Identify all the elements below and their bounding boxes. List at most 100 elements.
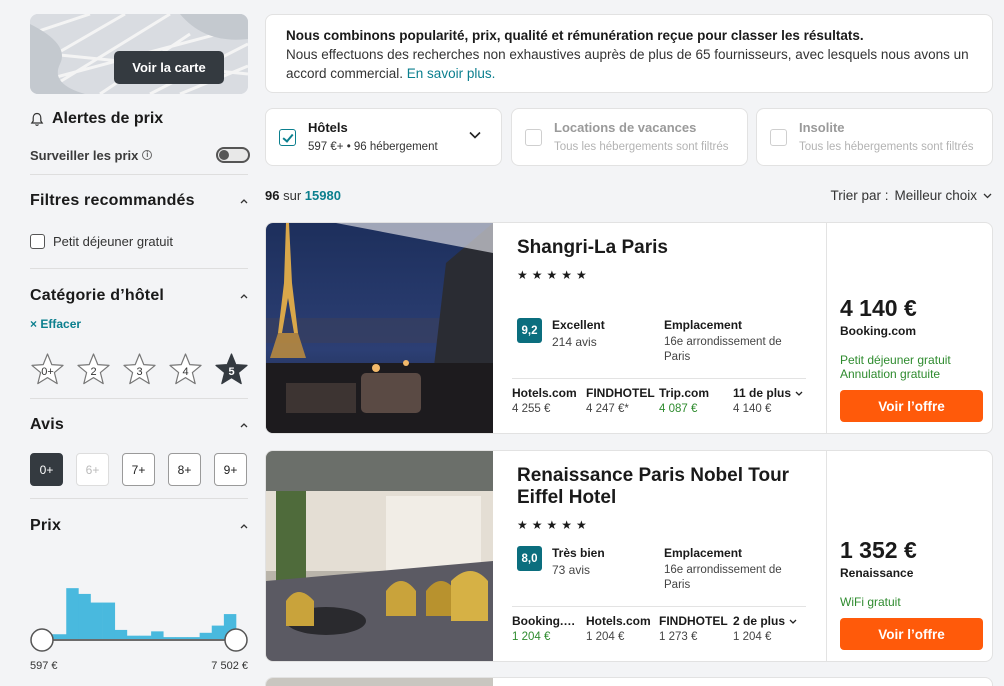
- star-filter-2[interactable]: 2: [76, 352, 111, 388]
- recommended-filters-header[interactable]: Filtres recommandés: [30, 192, 248, 210]
- more-offers-price: 1 204 €: [733, 631, 772, 643]
- hotel-photo[interactable]: [266, 451, 493, 661]
- more-offers[interactable]: 2 de plus 1 204 €: [733, 614, 813, 643]
- rating-badge: 8,0: [517, 546, 542, 571]
- reviews-header[interactable]: Avis: [30, 416, 248, 434]
- review-filter-9[interactable]: 9+: [214, 453, 247, 486]
- provider-price: 4 255 €: [512, 403, 551, 415]
- provider-offer[interactable]: Hotels.com 4 255 €: [512, 386, 582, 415]
- star-filter-5[interactable]: 5: [214, 352, 249, 388]
- star-filter-0[interactable]: 0+: [30, 352, 65, 388]
- hotel-card[interactable]: Shangri-La Paris ★★★★★ 9,2 Excellent 214…: [265, 222, 993, 434]
- view-offer-button[interactable]: Voir l’offre: [840, 618, 983, 650]
- provider-offer[interactable]: FINDHOTEL 1 273 €: [659, 614, 729, 643]
- provider-price: 4 087 €: [659, 403, 698, 415]
- type-filter-hotels[interactable]: Hôtels 597 €+ • 96 hébergement: [265, 108, 502, 166]
- price-header[interactable]: Prix: [30, 517, 248, 535]
- histogram-bar: [78, 593, 91, 640]
- chevron-down-icon[interactable]: [469, 131, 481, 139]
- sort-dropdown[interactable]: Trier par : Meilleur choix: [830, 188, 992, 203]
- free-breakfast-checkbox[interactable]: [30, 234, 45, 249]
- view-offer-button[interactable]: Voir l’offre: [840, 390, 983, 422]
- histogram-bar: [114, 629, 128, 640]
- star-filter-3[interactable]: 3: [122, 352, 157, 388]
- type-filter-vacation-rentals[interactable]: Locations de vacances Tous les hébergeme…: [511, 108, 748, 166]
- free-breakfast-label: Petit déjeuner gratuit: [53, 234, 173, 249]
- results-total[interactable]: 15980: [305, 188, 341, 203]
- hotel-photo[interactable]: [266, 223, 493, 433]
- divider: [30, 268, 248, 269]
- free-breakfast-filter[interactable]: Petit déjeuner gratuit: [30, 234, 173, 249]
- price-histogram[interactable]: [30, 558, 248, 653]
- more-offers-label: 2 de plus: [733, 614, 813, 628]
- more-offers-text: 2 de plus: [733, 614, 786, 628]
- review-filter-8[interactable]: 8+: [168, 453, 201, 486]
- sort-value: Meilleur choix: [894, 188, 977, 203]
- type-subtitle: Tous les hébergements sont filtrés: [799, 141, 974, 153]
- provider-price: 4 247 €*: [586, 403, 629, 415]
- star-filter-label: 0+: [41, 366, 54, 378]
- more-offers[interactable]: 11 de plus 4 140 €: [733, 386, 813, 415]
- star-filter-4[interactable]: 4: [168, 352, 203, 388]
- review-filter-0[interactable]: 0+: [30, 453, 63, 486]
- divider: [30, 174, 248, 175]
- view-map-button[interactable]: Voir la carte: [114, 51, 224, 84]
- chevron-down-icon: [983, 193, 992, 198]
- map-thumbnail[interactable]: Voir la carte: [30, 14, 248, 94]
- chevron-up-icon[interactable]: [240, 421, 248, 429]
- type-filter-unusual[interactable]: Insolite Tous les hébergements sont filt…: [756, 108, 993, 166]
- histogram-bar: [151, 631, 164, 640]
- hotel-image-restaurant: [266, 451, 493, 661]
- provider-name: FINDHOTEL: [659, 614, 728, 628]
- price-max-handle[interactable]: [224, 628, 248, 652]
- hotel-category-header[interactable]: Catégorie d’hôtel: [30, 287, 248, 305]
- review-filter-7[interactable]: 7+: [122, 453, 155, 486]
- rating-badge: 9,2: [517, 318, 542, 343]
- provider-offer[interactable]: Booking.com 1 204 €: [512, 614, 576, 643]
- provider-offer[interactable]: FINDHOTEL 4 247 €*: [586, 386, 656, 415]
- histogram-bar: [199, 632, 213, 640]
- provider-price: 1 204 €: [512, 631, 551, 643]
- vacation-rentals-checkbox[interactable]: [525, 129, 542, 146]
- hotel-name[interactable]: Renaissance Paris Nobel Tour Eiffel Hote…: [517, 465, 807, 509]
- info-icon[interactable]: i: [142, 150, 153, 160]
- unusual-checkbox[interactable]: [770, 129, 787, 146]
- review-count[interactable]: 73 avis: [552, 563, 590, 577]
- ranking-info-box: Nous combinons popularité, prix, qualité…: [265, 14, 993, 93]
- review-count[interactable]: 214 avis: [552, 335, 597, 349]
- provider-name: Trip.com: [659, 386, 710, 400]
- reviews-title: Avis: [30, 416, 65, 433]
- results-count: 96 sur 15980: [265, 188, 341, 203]
- provider-price: 1 204 €: [586, 631, 625, 643]
- clear-category-link[interactable]: × Effacer: [30, 317, 81, 331]
- type-title: Hôtels: [308, 120, 348, 135]
- best-price[interactable]: 4 140 €: [840, 295, 917, 322]
- provider-offer[interactable]: Trip.com 4 087 €: [659, 386, 729, 415]
- chevron-up-icon[interactable]: [240, 197, 248, 205]
- price-min-handle[interactable]: [30, 628, 54, 652]
- chevron-up-icon[interactable]: [240, 292, 248, 300]
- chevron-up-icon[interactable]: [240, 522, 248, 530]
- provider-name: Hotels.com: [512, 386, 577, 400]
- hotel-stars: ★★★★★: [517, 518, 591, 532]
- hotels-checkbox[interactable]: [279, 129, 296, 146]
- hotel-image-eiffel-night: [266, 223, 493, 433]
- histogram-bar: [90, 602, 103, 640]
- histogram-bar: [211, 625, 225, 640]
- histogram-bar: [66, 588, 79, 640]
- location-title: Emplacement: [664, 546, 743, 560]
- provider-name: Booking.com: [512, 614, 576, 628]
- price-alerts-title: Alertes de prix: [52, 110, 164, 127]
- more-offers-price: 4 140 €: [733, 403, 772, 415]
- best-price[interactable]: 1 352 €: [840, 537, 917, 564]
- provider-price: 1 273 €: [659, 631, 698, 643]
- provider-offer[interactable]: Hotels.com 1 204 €: [586, 614, 656, 643]
- review-score-filter: 0+ 6+ 7+ 8+ 9+: [30, 453, 247, 486]
- hotel-name[interactable]: Shangri-La Paris: [517, 237, 807, 259]
- results-of-label: sur: [283, 188, 302, 203]
- divider: [30, 398, 248, 399]
- learn-more-link[interactable]: En savoir plus.: [407, 66, 496, 81]
- best-price-provider: Booking.com: [840, 324, 917, 338]
- hotel-card[interactable]: Renaissance Paris Nobel Tour Eiffel Hote…: [265, 450, 993, 662]
- watch-prices-toggle[interactable]: [216, 147, 250, 163]
